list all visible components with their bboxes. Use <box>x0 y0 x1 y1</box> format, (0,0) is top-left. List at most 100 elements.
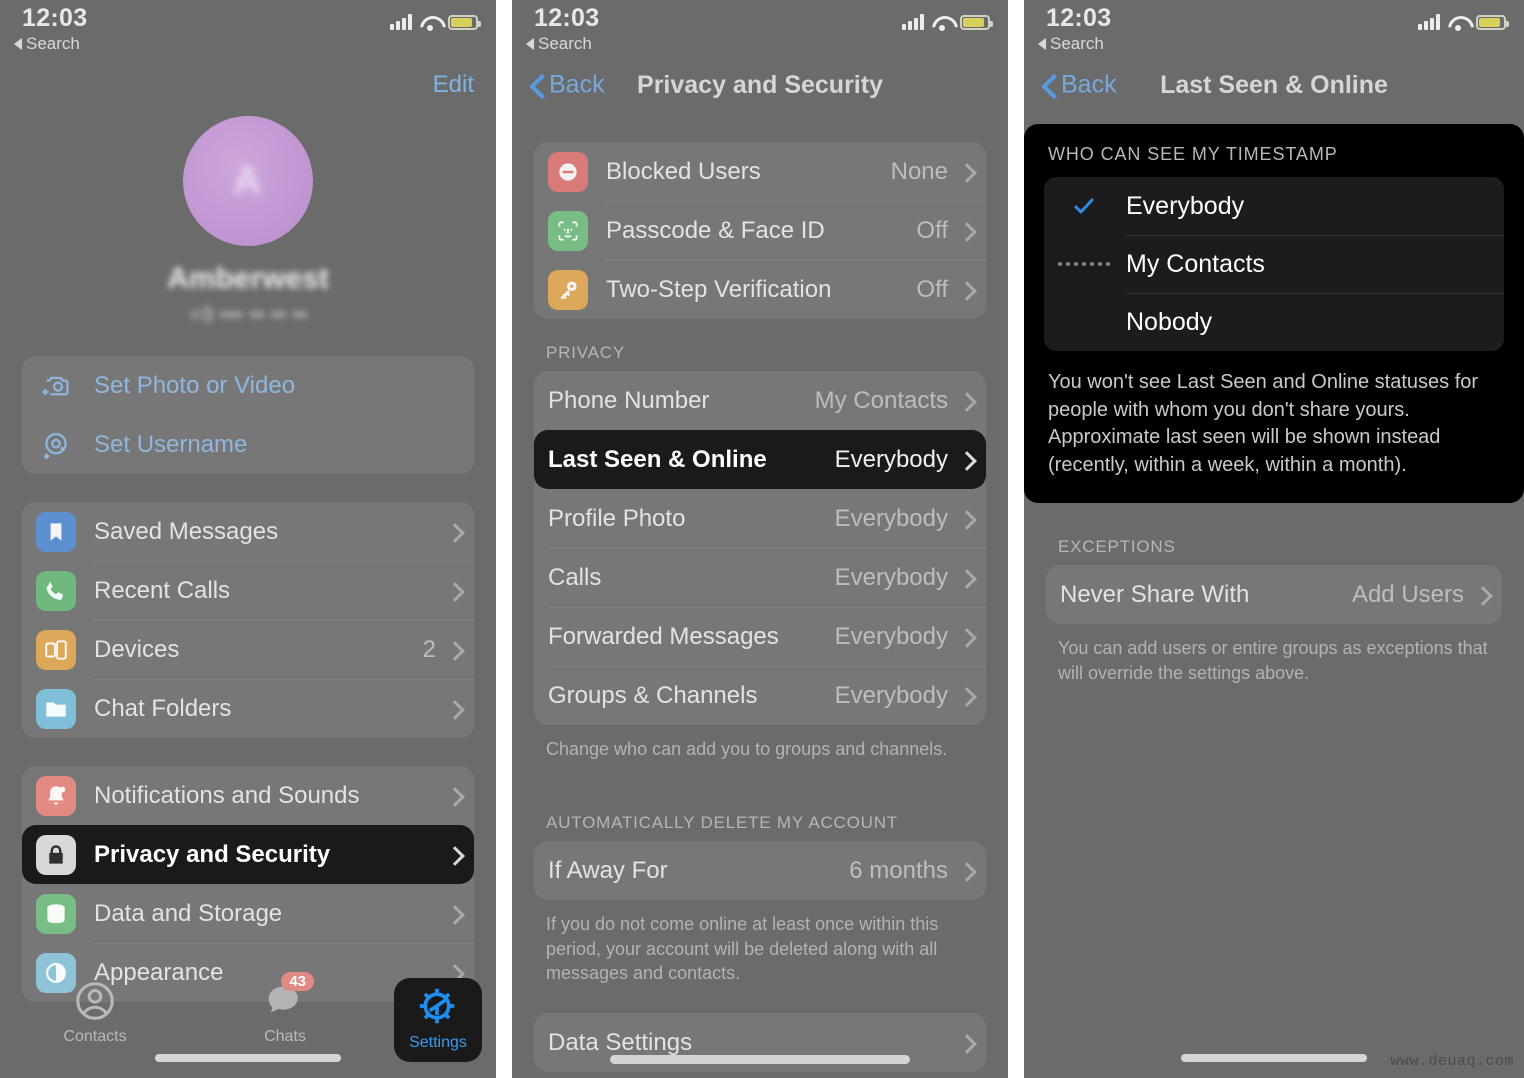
home-indicator <box>1181 1054 1367 1062</box>
status-time: 12:03 <box>1046 4 1112 32</box>
option-my-contacts[interactable]: My Contacts <box>1044 235 1504 293</box>
bookmark-icon <box>36 511 76 552</box>
wifi-icon <box>420 15 440 31</box>
status-back-label: Search <box>1050 34 1104 53</box>
battery-icon <box>1476 14 1509 30</box>
chevron-right-icon <box>960 510 970 528</box>
data-and-storage-row[interactable]: Data and Storage <box>22 884 474 943</box>
timestamp-options-group: Everybody My Contacts Nobody <box>1044 177 1504 351</box>
status-back-to-search[interactable]: Search <box>1038 34 1104 54</box>
notifications-and-sounds-row[interactable]: Notifications and Sounds <box>22 766 474 825</box>
phone-screen-privacy-security: 12:03 Search Back Privacy and Security B… <box>512 0 1008 1078</box>
database-icon <box>36 893 76 934</box>
recent-calls-row[interactable]: Recent Calls <box>22 561 474 620</box>
groups-channels-value: Everybody <box>834 681 948 709</box>
nav-bar-settings: Edit <box>0 56 496 114</box>
last-seen-online-label: Last Seen & Online <box>548 445 767 473</box>
data-settings-label: Data Settings <box>548 1028 693 1056</box>
never-share-with-label: Never Share With <box>1060 580 1250 608</box>
passcode-face-id-row[interactable]: Passcode & Face ID Off <box>534 201 986 260</box>
chevron-right-icon <box>960 392 970 410</box>
home-indicator <box>155 1054 341 1062</box>
chevron-right-icon <box>960 862 970 880</box>
wifi-icon <box>932 15 952 31</box>
profile-name: Amberwest <box>167 262 329 295</box>
option-everybody[interactable]: Everybody <box>1044 177 1504 235</box>
set-photo-or-video-label: Set Photo or Video <box>94 371 296 399</box>
devices-label: Devices <box>94 635 180 663</box>
at-plus-icon <box>36 425 76 465</box>
tab-chats[interactable]: 43 Chats <box>190 972 380 1046</box>
tab-contacts[interactable]: Contacts <box>0 978 190 1046</box>
gear-icon <box>415 984 461 1030</box>
status-back-to-search[interactable]: Search <box>526 34 592 54</box>
chevron-right-icon <box>448 787 458 805</box>
profile-photo-row[interactable]: Profile Photo Everybody <box>534 489 986 548</box>
status-bar: 12:03 Search <box>1024 0 1524 56</box>
phone-screen-last-seen-online: 12:03 Search Back Last Seen & Online WHO… <box>1024 0 1524 1078</box>
back-button[interactable]: Back <box>530 71 605 100</box>
chevron-right-icon <box>1476 586 1486 604</box>
set-photo-or-video-row[interactable]: Set Photo or Video <box>22 356 474 415</box>
chevron-right-icon <box>448 582 458 600</box>
privacy-section-note: Change who can add you to groups and cha… <box>546 739 948 759</box>
avatar[interactable]: A <box>183 116 313 246</box>
auto-delete-note: If you do not come online at least once … <box>546 914 939 983</box>
phone-number-row[interactable]: Phone Number My Contacts <box>534 371 986 430</box>
never-share-with-row[interactable]: Never Share With Add Users <box>1046 565 1502 624</box>
key-icon <box>548 269 588 310</box>
status-indicators <box>390 14 481 31</box>
chevron-right-icon <box>960 1034 970 1052</box>
last-seen-online-row[interactable]: Last Seen & Online Everybody <box>534 430 986 489</box>
camera-plus-icon <box>36 366 76 406</box>
two-step-verification-value: Off <box>916 275 948 303</box>
blocked-users-row[interactable]: Blocked Users None <box>534 142 986 201</box>
edit-button[interactable]: Edit <box>433 71 474 99</box>
two-step-verification-row[interactable]: Two-Step Verification Off <box>534 260 986 319</box>
chevron-right-icon <box>960 628 970 646</box>
cursor-trail-icon <box>1058 262 1112 266</box>
forwarded-messages-row[interactable]: Forwarded Messages Everybody <box>534 607 986 666</box>
set-username-row[interactable]: Set Username <box>22 415 474 474</box>
faceid-icon <box>548 210 588 251</box>
screenshot-stage: 12:03 Search Edit A Amberwest +9 ••• •• … <box>0 0 1524 1078</box>
chevron-right-icon <box>960 569 970 587</box>
chat-folders-row[interactable]: Chat Folders <box>22 679 474 738</box>
if-away-for-label: If Away For <box>548 856 668 884</box>
tab-settings[interactable]: Settings <box>394 978 482 1062</box>
passcode-face-id-label: Passcode & Face ID <box>606 216 825 244</box>
panel-gap-2 <box>1008 0 1024 1078</box>
blocked-users-value: None <box>890 157 948 185</box>
block-icon <box>548 151 588 192</box>
forwarded-messages-value: Everybody <box>834 622 948 650</box>
status-back-to-search[interactable]: Search <box>14 34 80 54</box>
calls-row[interactable]: Calls Everybody <box>534 548 986 607</box>
contacts-icon <box>72 978 118 1024</box>
back-button-label: Back <box>1061 70 1117 99</box>
option-nobody[interactable]: Nobody <box>1044 293 1504 351</box>
back-button-label: Back <box>549 70 605 99</box>
status-time: 12:03 <box>534 4 600 32</box>
phone-screen-settings: 12:03 Search Edit A Amberwest +9 ••• •• … <box>0 0 496 1078</box>
if-away-for-value: 6 months <box>849 856 948 884</box>
forwarded-messages-label: Forwarded Messages <box>548 622 779 650</box>
saved-messages-row[interactable]: Saved Messages <box>22 502 474 561</box>
auto-delete-group: If Away For 6 months <box>534 841 986 901</box>
chat-folders-label: Chat Folders <box>94 694 232 722</box>
status-back-label: Search <box>26 34 80 53</box>
privacy-and-security-row[interactable]: Privacy and Security <box>22 825 474 884</box>
status-back-label: Search <box>538 34 592 53</box>
status-time: 12:03 <box>22 4 88 32</box>
groups-channels-label: Groups & Channels <box>548 681 758 709</box>
nav-bar-last-seen: Back Last Seen & Online <box>1024 56 1524 114</box>
battery-icon <box>448 14 481 30</box>
status-bar: 12:03 Search <box>512 0 1008 56</box>
devices-row[interactable]: Devices 2 <box>22 620 474 679</box>
back-caret-icon <box>526 38 534 50</box>
if-away-for-row[interactable]: If Away For 6 months <box>534 841 986 900</box>
groups-channels-row[interactable]: Groups & Channels Everybody <box>534 666 986 725</box>
popup-section-header: WHO CAN SEE MY TIMESTAMP <box>1048 144 1338 164</box>
back-caret-icon <box>14 38 22 50</box>
back-button[interactable]: Back <box>1042 71 1117 100</box>
nav-bar-privacy: Back Privacy and Security <box>512 56 1008 114</box>
